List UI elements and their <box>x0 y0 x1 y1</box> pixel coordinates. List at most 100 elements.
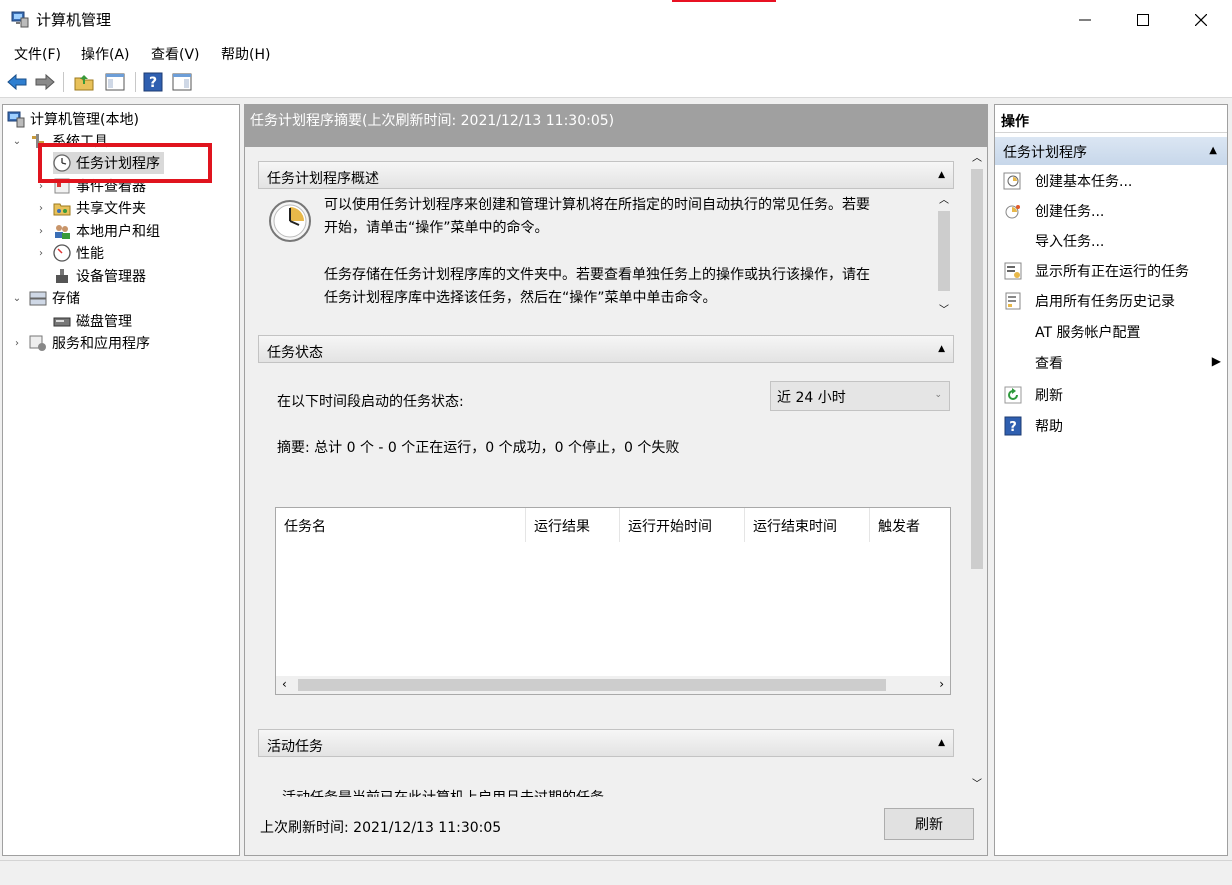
collapse-caret-icon[interactable]: ▲ <box>1209 145 1217 156</box>
action-enable-task-history[interactable]: 启用所有任务历史记录 <box>1003 289 1175 313</box>
forward-button[interactable] <box>34 71 56 93</box>
action-label: 启用所有任务历史记录 <box>1035 294 1175 310</box>
basic-task-icon <box>1003 171 1023 191</box>
action-create-task[interactable]: 创建任务... <box>1003 199 1104 223</box>
scroll-thumb[interactable] <box>938 211 950 291</box>
summary-header: 任务计划程序摘要(上次刷新时间: 2021/12/13 11:30:05) <box>245 105 987 147</box>
scroll-up-icon[interactable]: ︿ <box>939 191 949 206</box>
submenu-arrow-icon: ▶ <box>1211 354 1221 368</box>
tree-item-device-manager[interactable]: 设备管理器 <box>53 265 146 287</box>
maximize-button[interactable] <box>1114 0 1172 40</box>
actions-section-task-scheduler[interactable]: 任务计划程序 ▲ <box>995 137 1227 165</box>
services-icon <box>29 334 47 352</box>
action-view[interactable]: 查看 ▶ <box>1003 351 1221 375</box>
task-status-section-header[interactable]: 任务状态 ▲ <box>258 335 954 363</box>
menu-view[interactable]: 查看(V) <box>151 44 200 64</box>
tree-item-local-users-groups[interactable]: › 本地用户和组 <box>35 220 160 242</box>
action-label: 显示所有正在运行的任务 <box>1035 264 1189 280</box>
overview-text-line: 可以使用任务计划程序来创建和管理计算机将在所指定的时间自动执行的常见任务。若要 <box>324 197 870 213</box>
scroll-thumb[interactable] <box>971 169 983 569</box>
overview-paragraph-2: 任务存储在任务计划程序库的文件夹中。若要查看单独任务上的操作或执行该操作，请在 … <box>324 264 870 310</box>
action-at-service-account[interactable]: AT 服务帐户配置 <box>1003 320 1141 344</box>
help-button[interactable]: ? <box>142 71 164 93</box>
menu-bar: 文件(F) 操作(A) 查看(V) 帮助(H) <box>0 40 1232 66</box>
scroll-right-icon[interactable]: › <box>939 677 944 691</box>
chevron-down-icon[interactable]: ⌄ <box>11 136 23 147</box>
action-import-task[interactable]: 导入任务... <box>1003 229 1104 253</box>
active-tasks-section-header[interactable]: 活动任务 ▲ <box>258 729 954 757</box>
highlight-box <box>38 143 212 183</box>
column-header-run-start[interactable]: 运行开始时间 <box>620 508 745 542</box>
action-show-running-tasks[interactable]: 显示所有正在运行的任务 <box>1003 259 1189 283</box>
help-icon: ? <box>1003 416 1023 436</box>
overview-section-header[interactable]: 任务计划程序概述 ▲ <box>258 161 954 189</box>
computer-management-icon <box>7 110 25 128</box>
action-label: 导入任务... <box>1035 234 1105 250</box>
tree-item-shared-folders[interactable]: › 共享文件夹 <box>35 197 146 219</box>
toolbar-separator <box>63 72 64 92</box>
chevron-right-icon[interactable]: › <box>35 226 47 237</box>
action-create-basic-task[interactable]: 创建基本任务... <box>1003 169 1132 193</box>
svg-text:?: ? <box>1009 420 1017 435</box>
refresh-button[interactable]: 刷新 <box>884 808 974 840</box>
last-refresh-label: 上次刷新时间: 2021/12/13 11:30:05 <box>260 820 502 836</box>
center-footer: 上次刷新时间: 2021/12/13 11:30:05 刷新 <box>245 797 987 855</box>
chevron-right-icon[interactable]: › <box>35 203 47 214</box>
column-header-triggered-by[interactable]: 触发者 <box>870 508 950 542</box>
menu-file[interactable]: 文件(F) <box>14 44 61 64</box>
collapse-caret-icon[interactable]: ▲ <box>938 344 945 354</box>
tree-item-computer-management[interactable]: 计算机管理(本地) <box>7 108 139 130</box>
chevron-right-icon[interactable]: › <box>35 248 47 259</box>
action-refresh[interactable]: 刷新 <box>1003 383 1063 407</box>
tree-item-label: 计算机管理(本地) <box>30 112 139 128</box>
task-status-title: 任务状态 <box>267 345 323 361</box>
center-pane: 任务计划程序摘要(上次刷新时间: 2021/12/13 11:30:05) 任务… <box>244 104 988 856</box>
collapse-caret-icon[interactable]: ▲ <box>938 738 945 748</box>
chevron-right-icon[interactable]: › <box>11 338 23 349</box>
actions-title: 操作 <box>995 105 1227 133</box>
tree-item-storage[interactable]: ⌄ 存储 <box>11 287 80 309</box>
console-tree-icon <box>105 73 125 91</box>
chevron-down-icon[interactable]: ⌄ <box>11 293 23 304</box>
overview-title: 任务计划程序概述 <box>267 171 379 187</box>
back-button[interactable] <box>6 71 28 93</box>
column-header-task-name[interactable]: 任务名 <box>276 508 526 542</box>
table-horizontal-scrollbar[interactable]: ‹ › <box>276 676 950 694</box>
task-status-table: 任务名 运行结果 运行开始时间 运行结束时间 触发者 ‹ › <box>275 507 951 695</box>
close-button[interactable] <box>1172 0 1230 40</box>
overview-scrollbar[interactable]: ︿ ﹀ <box>934 189 954 321</box>
up-folder-button[interactable] <box>73 71 95 93</box>
close-icon <box>1195 14 1207 26</box>
performance-gauge-icon <box>53 244 71 262</box>
tree-item-label: 存储 <box>52 291 80 307</box>
device-manager-icon <box>53 267 71 285</box>
tree-item-performance[interactable]: › 性能 <box>35 242 104 264</box>
action-label: 创建基本任务... <box>1035 174 1133 190</box>
maximize-icon <box>1137 14 1149 26</box>
scroll-up-icon[interactable]: ︿ <box>972 149 982 164</box>
scroll-left-icon[interactable]: ‹ <box>282 677 287 691</box>
scroll-thumb[interactable] <box>298 679 886 691</box>
column-header-run-end[interactable]: 运行结束时间 <box>745 508 870 542</box>
tree-item-label: 本地用户和组 <box>76 224 160 240</box>
collapse-caret-icon[interactable]: ▲ <box>938 170 945 180</box>
tree-item-label: 性能 <box>76 246 104 262</box>
tree-item-services-applications[interactable]: › 服务和应用程序 <box>11 332 150 354</box>
tree-item-disk-management[interactable]: 磁盘管理 <box>53 310 132 332</box>
scroll-down-icon[interactable]: ﹀ <box>972 775 982 790</box>
column-header-run-result[interactable]: 运行结果 <box>526 508 620 542</box>
center-scrollbar[interactable]: ︿ ﹀ <box>967 147 987 797</box>
actions-section-label: 任务计划程序 <box>1003 145 1087 161</box>
show-hide-action-pane-button[interactable] <box>171 71 193 93</box>
minimize-button[interactable] <box>1056 0 1114 40</box>
action-help[interactable]: ? 帮助 <box>1003 414 1063 438</box>
period-dropdown-value: 近 24 小时 <box>777 390 846 406</box>
period-dropdown[interactable]: 近 24 小时 ⌄ <box>770 381 950 411</box>
menu-action[interactable]: 操作(A) <box>81 44 130 64</box>
scroll-down-icon[interactable]: ﹀ <box>939 301 949 316</box>
help-icon: ? <box>143 72 163 92</box>
refresh-icon <box>1003 385 1023 405</box>
menu-help[interactable]: 帮助(H) <box>221 44 270 64</box>
folder-up-icon <box>74 75 94 91</box>
show-hide-tree-button[interactable] <box>104 71 126 93</box>
